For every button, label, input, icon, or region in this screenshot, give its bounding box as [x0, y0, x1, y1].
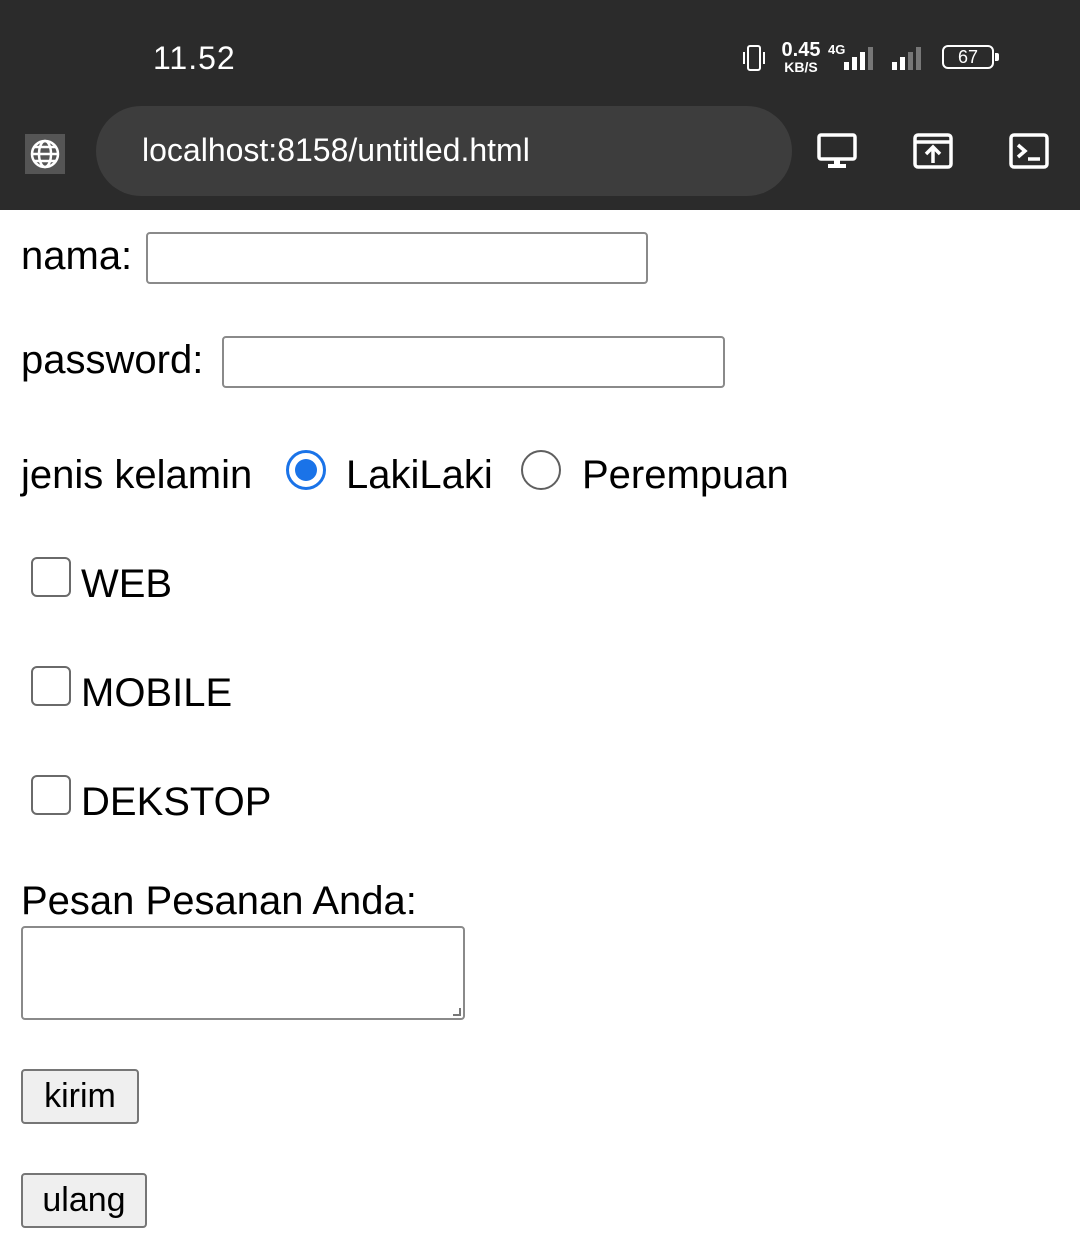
- checkbox-web[interactable]: [31, 557, 71, 597]
- resize-handle[interactable]: [453, 1008, 461, 1016]
- browser-toolbar: localhost:8158/untitled.html: [0, 106, 1080, 210]
- reset-button[interactable]: ulang: [21, 1173, 147, 1228]
- terminal-icon[interactable]: [1008, 130, 1050, 172]
- password-input[interactable]: [222, 336, 725, 388]
- checkbox-web-label: WEB: [81, 562, 173, 606]
- radio-lakilaki[interactable]: [286, 450, 326, 490]
- password-label: password:: [21, 338, 204, 382]
- signal-icon: [844, 47, 873, 70]
- status-icons: 0.45 KB/S 4G 67: [742, 40, 1002, 76]
- radio-perempuan-label: Perempuan: [582, 453, 789, 497]
- checkbox-mobile-label: MOBILE: [81, 671, 233, 715]
- nama-input[interactable]: [146, 232, 648, 284]
- globe-icon[interactable]: [25, 134, 65, 174]
- nama-label: nama:: [21, 234, 133, 278]
- checkbox-dekstop[interactable]: [31, 775, 71, 815]
- status-time: 11.52: [153, 40, 236, 76]
- message-label: Pesan Pesanan Anda:: [21, 879, 417, 923]
- radio-lakilaki-label: LakiLaki: [346, 453, 493, 497]
- status-bar: 11.52 0.45 KB/S 4G 67: [0, 0, 1080, 106]
- share-icon[interactable]: [912, 130, 954, 172]
- gender-label: jenis kelamin: [21, 453, 253, 497]
- checkbox-dekstop-label: DEKSTOP: [81, 780, 272, 824]
- submit-button[interactable]: kirim: [21, 1069, 139, 1124]
- net-speed-unit: KB/S: [784, 59, 818, 75]
- message-textarea[interactable]: [21, 926, 465, 1020]
- url-text: localhost:8158/untitled.html: [142, 132, 530, 168]
- url-bar[interactable]: localhost:8158/untitled.html: [96, 106, 792, 196]
- signal-icon-2: [892, 47, 921, 70]
- page-content: nama: password: jenis kelamin LakiLaki P…: [0, 210, 1080, 1257]
- vibrate-icon: [743, 45, 765, 71]
- checkbox-mobile[interactable]: [31, 666, 71, 706]
- net-speed-value: 0.45: [781, 39, 821, 61]
- net-speed: 0.45 KB/S: [778, 40, 824, 74]
- desktop-icon[interactable]: [816, 130, 858, 172]
- battery-icon: 67: [942, 45, 999, 69]
- radio-perempuan[interactable]: [521, 450, 561, 490]
